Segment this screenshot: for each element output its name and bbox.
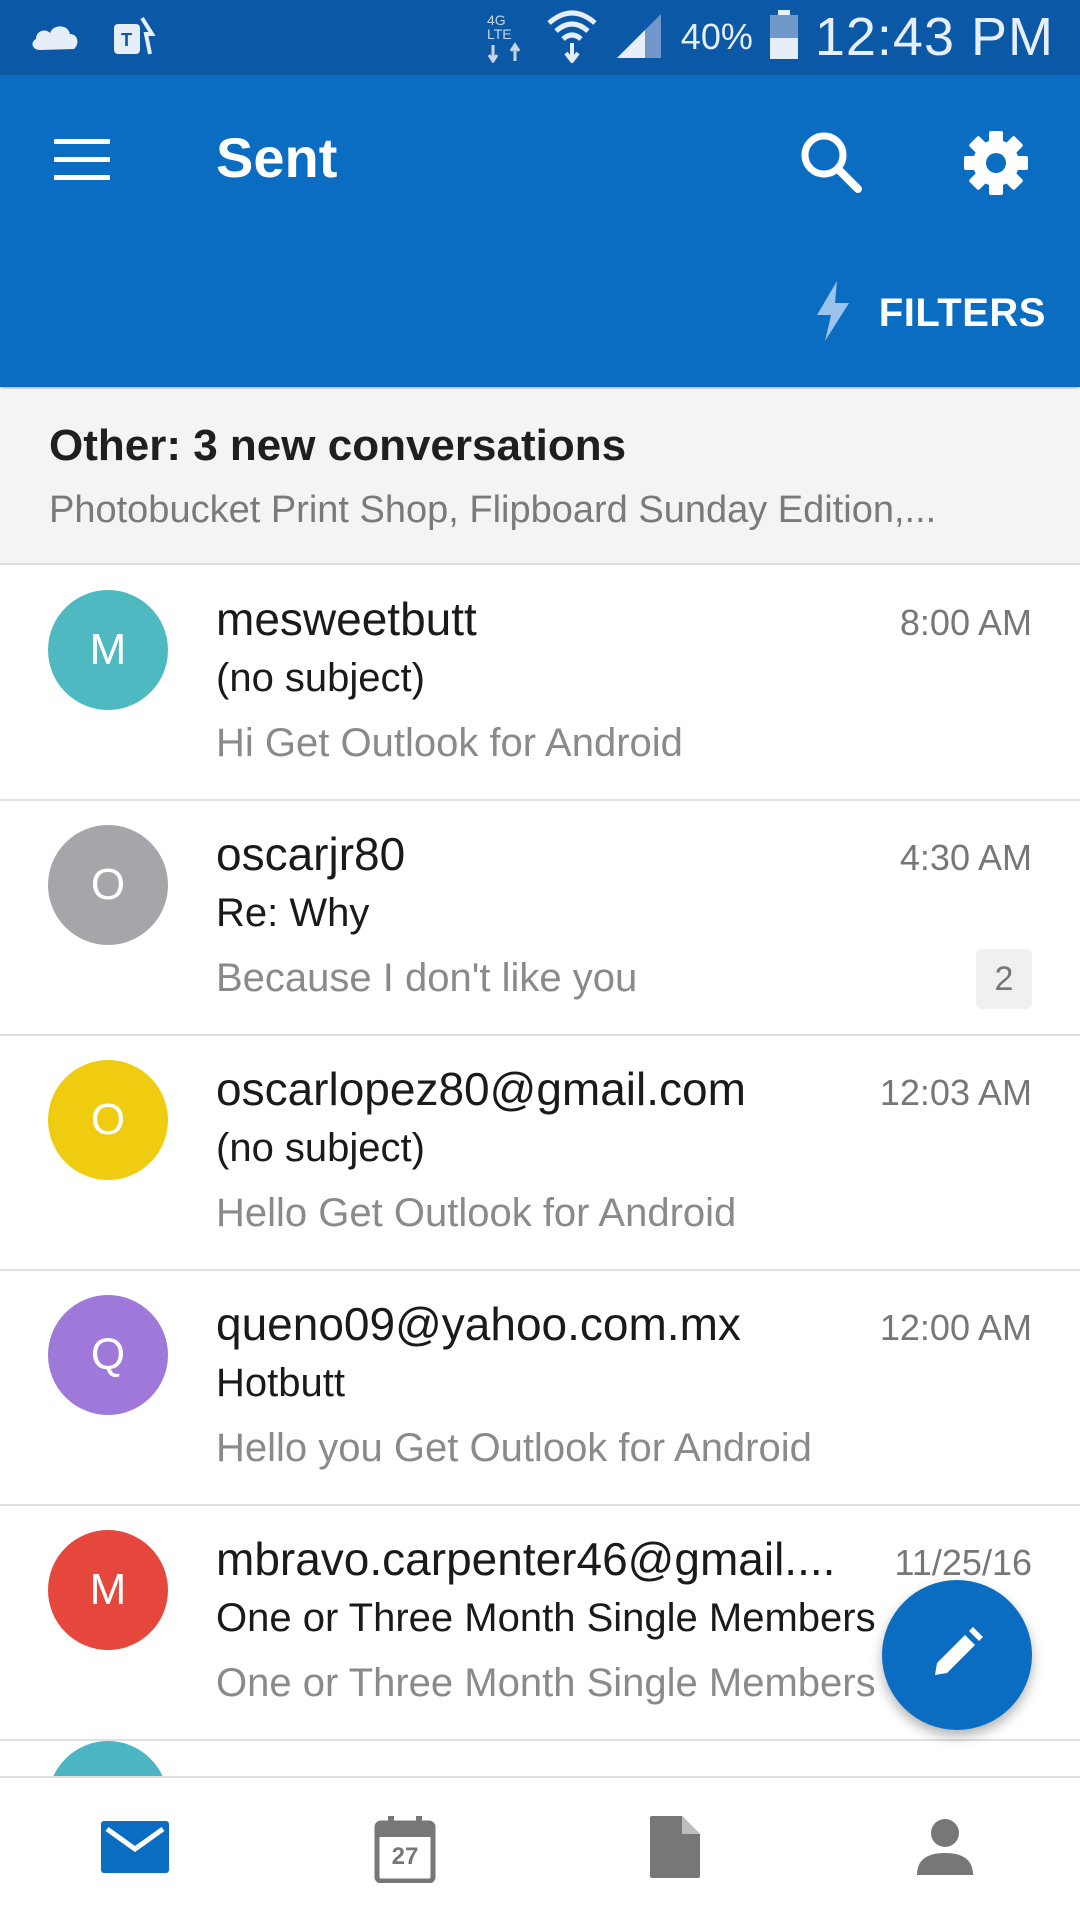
nav-files[interactable] xyxy=(635,1814,715,1884)
avatar: O xyxy=(48,1060,168,1180)
filters-label: FILTERS xyxy=(878,290,1046,335)
file-icon xyxy=(648,1814,702,1885)
gear-icon[interactable] xyxy=(960,127,1032,199)
app-bar: Sent FILTERS xyxy=(0,75,1080,387)
other-inbox-banner[interactable]: Other: 3 new conversations Photobucket P… xyxy=(0,389,1080,565)
other-banner-subtitle: Photobucket Print Shop, Flipboard Sunday… xyxy=(49,489,937,531)
cloud-icon xyxy=(28,18,82,59)
message-row[interactable]: O oscarjr80 4:30 AM Re: Why Because I do… xyxy=(0,801,1080,1036)
message-sender: oscarlopez80@gmail.com xyxy=(216,1063,746,1115)
message-subject: (no subject) xyxy=(216,656,425,700)
message-preview: Because I don't like you xyxy=(216,956,638,1000)
thread-count-badge: 2 xyxy=(976,949,1032,1009)
mail-icon xyxy=(99,1819,171,1880)
message-time: 4:30 AM xyxy=(899,837,1032,878)
menu-icon[interactable] xyxy=(54,139,114,189)
message-preview: Hello Get Outlook for Android xyxy=(216,1191,737,1235)
bottom-nav: 27 xyxy=(0,1776,1080,1920)
svg-text:T: T xyxy=(121,30,132,50)
battery-icon xyxy=(769,9,799,65)
message-preview: Hi Get Outlook for Android xyxy=(216,721,683,765)
battery-percent: 40% xyxy=(680,16,753,57)
t-mobile-icon: T xyxy=(112,14,156,63)
message-preview: One or Three Month Single Members xyxy=(216,1661,876,1705)
wifi-icon xyxy=(545,7,599,68)
avatar: O xyxy=(48,825,168,945)
calendar-icon: 27 xyxy=(374,1815,436,1883)
message-time: 12:00 AM xyxy=(879,1307,1032,1348)
page-title: Sent xyxy=(216,126,338,189)
message-sender: queno09@yahoo.com.mx xyxy=(216,1298,741,1350)
message-row[interactable]: Q queno09@yahoo.com.mx 12:00 AM Hotbutt … xyxy=(0,1271,1080,1506)
message-time: 12:03 AM xyxy=(879,1072,1032,1113)
compose-button[interactable] xyxy=(882,1580,1032,1730)
message-sender: oscarjr80 xyxy=(216,828,406,880)
message-row[interactable]: O oscarlopez80@gmail.com 12:03 AM (no su… xyxy=(0,1036,1080,1271)
message-subject: Hotbutt xyxy=(216,1361,345,1405)
message-sender: mbravo.carpenter46@gmail.... xyxy=(216,1533,836,1585)
avatar: M xyxy=(48,1530,168,1650)
message-subject: (no subject) xyxy=(216,1126,425,1170)
pencil-icon xyxy=(927,1623,987,1688)
nav-mail[interactable] xyxy=(95,1814,175,1884)
lightning-icon xyxy=(813,280,853,346)
nav-people[interactable] xyxy=(905,1814,985,1884)
status-bar: T 4G LTE 40% 12:43 PM xyxy=(0,0,1080,75)
avatar xyxy=(48,1741,168,1776)
svg-text:LTE: LTE xyxy=(487,26,512,42)
message-row[interactable]: M mesweetbutt 8:00 AM (no subject) Hi Ge… xyxy=(0,566,1080,801)
message-time: 11/25/16 xyxy=(894,1542,1032,1583)
signal-icon xyxy=(615,10,665,65)
message-subject: One or Three Month Single Members xyxy=(216,1596,876,1640)
message-preview: Hello you Get Outlook for Android xyxy=(216,1426,812,1470)
message-time: 8:00 AM xyxy=(899,602,1032,643)
filters-button[interactable]: FILTERS xyxy=(813,280,1046,346)
avatar: Q xyxy=(48,1295,168,1415)
message-subject: Re: Why xyxy=(216,891,370,935)
other-banner-title: Other: 3 new conversations xyxy=(49,421,627,470)
nav-calendar[interactable]: 27 xyxy=(365,1814,445,1884)
message-sender: mesweetbutt xyxy=(216,593,477,645)
message-row-partial[interactable] xyxy=(0,1741,1080,1776)
calendar-day: 27 xyxy=(391,1843,419,1870)
search-icon[interactable] xyxy=(796,127,866,197)
status-clock: 12:43 PM xyxy=(814,7,1054,67)
avatar: M xyxy=(48,590,168,710)
person-icon xyxy=(915,1817,975,1882)
lte-icon: 4G LTE xyxy=(485,7,529,68)
